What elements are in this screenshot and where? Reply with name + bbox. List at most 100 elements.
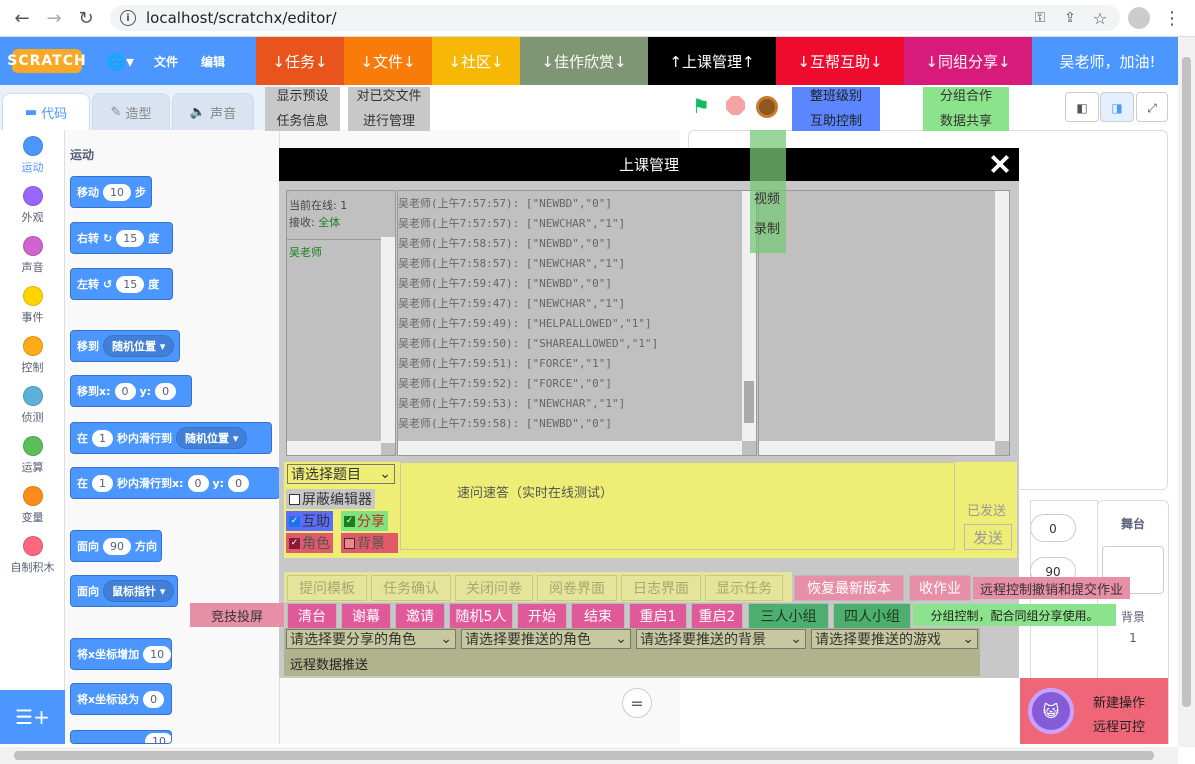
role-checkbox[interactable]: ✓ 角色 — [286, 533, 333, 553]
block-set-x[interactable]: 将x坐标设为 0 — [70, 683, 172, 715]
group-data-share-button[interactable]: 分组合作 数据共享 — [923, 87, 1009, 131]
page-vscrollbar[interactable] — [1178, 37, 1195, 747]
help-checkbox[interactable]: ✓ 互助 — [286, 511, 333, 531]
send-button[interactable]: 发送 — [964, 524, 1012, 550]
user-list-scrollbar[interactable] — [381, 237, 395, 443]
push-role-select[interactable]: 请选择要推送的角色 ⌄ — [461, 629, 631, 649]
block-move[interactable]: 移动 10 步 — [70, 176, 152, 208]
tab-code[interactable]: ▬ 代码 — [2, 93, 90, 130]
site-info-icon[interactable]: i — [120, 10, 136, 26]
competition-button[interactable]: 随机5人 — [449, 603, 513, 629]
block-change-y[interactable]: 10 — [70, 730, 172, 744]
category-3[interactable]: 事件 — [0, 286, 65, 325]
tool-button[interactable]: 阅卷界面 — [537, 575, 617, 601]
category-1[interactable]: 外观 — [0, 186, 65, 225]
share-icon[interactable]: ⇪ — [1058, 6, 1082, 30]
scratch-logo[interactable]: SCRATCH — [7, 49, 86, 73]
key-icon[interactable]: ⚿ — [1028, 6, 1052, 30]
detail-scrollbar[interactable] — [995, 191, 1009, 441]
share-checkbox[interactable]: ✓ 分享 — [341, 511, 388, 531]
profile-avatar[interactable] — [1128, 7, 1150, 29]
tool-button[interactable]: 提问模板 — [287, 575, 367, 601]
tool-button[interactable]: 显示任务 — [705, 575, 783, 601]
question-select[interactable]: 请选择题目 ⌄ — [287, 464, 395, 484]
menu-community[interactable]: ↓社区↓ — [432, 37, 520, 85]
forward-icon[interactable]: → — [42, 6, 66, 30]
block-goto[interactable]: 移到 随机位置 ▾ — [70, 330, 180, 362]
block-turn-left[interactable]: 左转 ↺ 15 度 — [70, 268, 173, 300]
menu-mutual-help[interactable]: ↓互帮互助↓ — [776, 37, 904, 85]
user-list-hscrollbar[interactable] — [287, 441, 381, 455]
group-of-four-button[interactable]: 四人小组 — [833, 603, 911, 629]
add-extension-button[interactable]: ☰+ — [0, 690, 65, 744]
back-icon[interactable]: ← — [10, 6, 34, 30]
restore-latest-button[interactable]: 恢复最新版本 — [794, 575, 904, 601]
menu-task[interactable]: ↓任务↓ — [256, 37, 344, 85]
tool-button[interactable]: 任务确认 — [371, 575, 451, 601]
normal-stage-icon[interactable]: ◨ — [1100, 92, 1134, 122]
zoom-reset-button[interactable]: = — [622, 688, 652, 718]
fullscreen-icon[interactable]: ⤢ — [1136, 92, 1168, 122]
green-flag-icon[interactable]: ⚑ — [692, 96, 712, 116]
block-point-direction[interactable]: 面向 90 方向 — [70, 530, 162, 562]
competition-button[interactable]: 结束 — [571, 603, 625, 629]
category-8[interactable]: 自制积木 — [0, 536, 65, 575]
block-point-towards[interactable]: 面向 鼠标指针 ▾ — [70, 575, 178, 607]
bookmark-star-icon[interactable]: ☆ — [1088, 6, 1112, 30]
menu-files[interactable]: ↓文件↓ — [344, 37, 432, 85]
tab-costumes[interactable]: ✎ 造型 — [92, 93, 170, 130]
tool-button[interactable]: 日志界面 — [621, 575, 701, 601]
tool-button[interactable]: 关闭问卷 — [455, 575, 533, 601]
competition-button[interactable]: 邀请 — [395, 603, 445, 629]
menu-showcase[interactable]: ↓佳作欣赏↓ — [520, 37, 648, 85]
menu-group-share[interactable]: ↓同组分享↓ — [904, 37, 1032, 85]
address-bar[interactable]: i localhost/scratchx/editor/ — [110, 5, 1120, 31]
menu-edit[interactable]: 编辑 — [195, 37, 231, 85]
block-glide-xy[interactable]: 在 1 秒内滑行到x: 0 y: 0 — [70, 467, 280, 499]
quiz-input[interactable]: 速问速答（实时在线测试） — [400, 462, 955, 550]
new-operation-panel[interactable]: 😺 新建操作 远程可控 — [1020, 678, 1168, 744]
record-icon[interactable] — [756, 96, 778, 118]
group-of-three-button[interactable]: 三人小组 — [748, 603, 829, 629]
preset-task-info-button[interactable]: 显示预设 任务信息 — [265, 87, 340, 131]
competition-button[interactable]: 开始 — [517, 603, 567, 629]
collect-homework-button[interactable]: 收作业 — [909, 575, 971, 601]
video-record-button[interactable]: 视频 录制 — [750, 130, 786, 253]
push-game-select[interactable]: 请选择要推送的游戏 ⌄ — [811, 629, 978, 649]
sprite-add-icon[interactable]: 😺 — [1028, 688, 1074, 734]
competition-screen-label[interactable]: 竞技投屏 — [190, 603, 284, 627]
sprite-x-field[interactable]: 0 — [1030, 514, 1076, 542]
push-background-select[interactable]: 请选择要推送的背景 ⌄ — [636, 629, 806, 649]
class-help-control-button[interactable]: 整班级别 互助控制 — [792, 87, 880, 131]
block-change-x[interactable]: 将x坐标增加 10 — [70, 638, 172, 670]
reload-icon[interactable]: ↻ — [74, 6, 98, 30]
category-7[interactable]: 变量 — [0, 486, 65, 525]
language-globe-icon[interactable]: 🌐▾ — [100, 37, 140, 85]
category-5[interactable]: 侦测 — [0, 386, 65, 425]
block-turn-right[interactable]: 右转 ↻ 15 度 — [70, 222, 173, 254]
submitted-files-button[interactable]: 对已交文件 进行管理 — [348, 87, 430, 131]
competition-button[interactable]: 谢幕 — [341, 603, 391, 629]
detail-hscrollbar[interactable] — [759, 441, 995, 455]
block-editor-checkbox[interactable]: 屏蔽编辑器 — [286, 489, 375, 509]
user-list-item[interactable]: 吴老师 — [287, 239, 395, 264]
category-6[interactable]: 运算 — [0, 436, 65, 475]
tab-sounds[interactable]: 🔈 声音 — [172, 93, 254, 130]
menu-kebab-icon[interactable]: ⋮ — [1160, 6, 1184, 30]
category-0[interactable]: 运动 — [0, 136, 65, 175]
category-2[interactable]: 声音 — [0, 236, 65, 275]
log-hscrollbar[interactable] — [398, 441, 742, 455]
small-stage-icon[interactable]: ◧ — [1065, 92, 1099, 122]
share-role-select[interactable]: 请选择要分享的角色 ⌄ — [286, 629, 456, 649]
competition-button[interactable]: 重启2 — [691, 603, 743, 629]
background-checkbox[interactable]: 背景 — [341, 533, 398, 553]
category-4[interactable]: 控制 — [0, 336, 65, 375]
page-hscrollbar[interactable] — [0, 747, 1178, 764]
menu-file[interactable]: 文件 — [148, 37, 184, 85]
stop-icon[interactable] — [726, 96, 745, 115]
block-glide-random[interactable]: 在 1 秒内滑行到 随机位置 ▾ — [70, 422, 272, 454]
competition-button[interactable]: 清台 — [287, 603, 337, 629]
menu-class-management[interactable]: ↑上课管理↑ — [648, 37, 776, 85]
block-goto-xy[interactable]: 移到x: 0 y: 0 — [70, 375, 192, 407]
competition-button[interactable]: 重启1 — [629, 603, 687, 629]
